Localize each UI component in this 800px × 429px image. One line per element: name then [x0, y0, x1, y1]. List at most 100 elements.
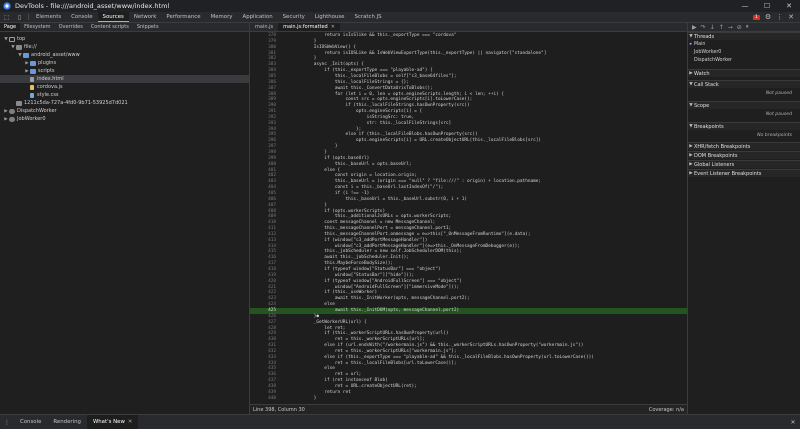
- code-line[interactable]: 418 if (typeof window["StatusBar"] === "…: [250, 267, 687, 273]
- line-number[interactable]: 418: [250, 267, 282, 273]
- nav-tab-content-scripts[interactable]: Content scripts: [87, 23, 133, 31]
- code-line[interactable]: 440 }: [250, 396, 687, 402]
- tab-security[interactable]: Security: [278, 12, 310, 22]
- pause-on-exceptions-icon[interactable]: ⏸: [746, 23, 749, 31]
- line-number[interactable]: 395: [250, 132, 282, 138]
- line-number[interactable]: 385: [250, 74, 282, 80]
- nav-tab-filesystem[interactable]: Filesystem: [20, 23, 54, 31]
- line-number[interactable]: 388: [250, 92, 282, 98]
- close-devtools-icon[interactable]: ✕: [788, 13, 794, 21]
- close-tab-icon[interactable]: ✕: [128, 419, 133, 425]
- dom-breakpoints-header[interactable]: ▶ DOM Breakpoints: [688, 151, 800, 159]
- line-number[interactable]: 402: [250, 173, 282, 179]
- line-number[interactable]: 379: [250, 39, 282, 45]
- line-number[interactable]: 429: [250, 331, 282, 337]
- tab-console[interactable]: Console: [66, 12, 97, 22]
- tab-application[interactable]: Application: [238, 12, 278, 22]
- device-toolbar-button[interactable]: ▯: [13, 12, 26, 22]
- drawer-menu-button[interactable]: ⋮: [0, 415, 14, 429]
- deactivate-breakpoints-icon[interactable]: ⊘: [737, 24, 742, 31]
- tab-performance[interactable]: Performance: [161, 12, 205, 22]
- code-line[interactable]: 439 return ret: [250, 390, 687, 396]
- global-listeners-header[interactable]: ▶ Global Listeners: [688, 160, 800, 168]
- code-line[interactable]: 392 isStringSrc: true,: [250, 115, 687, 121]
- line-number[interactable]: 421: [250, 285, 282, 291]
- code-line[interactable]: 399 if (opts.baseUrl): [250, 156, 687, 162]
- line-number[interactable]: 382: [250, 56, 282, 62]
- line-number[interactable]: 398: [250, 150, 282, 156]
- line-number[interactable]: 384: [250, 68, 282, 74]
- line-number[interactable]: 437: [250, 378, 282, 384]
- minimize-button[interactable]: —: [734, 0, 756, 12]
- line-number[interactable]: 425: [250, 308, 282, 314]
- line-number[interactable]: 380: [250, 45, 282, 51]
- code-line[interactable]: 378 return isIsSlike && this._exportType…: [250, 33, 687, 39]
- line-number[interactable]: 389: [250, 97, 282, 103]
- code-line[interactable]: 384 if (this._exportType === "playable-a…: [250, 68, 687, 74]
- code-line[interactable]: 404 const i = this._baseUrl.lastIndexOf(…: [250, 185, 687, 191]
- tree-item[interactable]: cordova.js: [0, 83, 249, 91]
- line-number[interactable]: 392: [250, 115, 282, 121]
- tab-scratch-js[interactable]: Scratch JS: [349, 12, 386, 22]
- line-number[interactable]: 420: [250, 279, 282, 285]
- editor-tab-main-js[interactable]: main.js: [250, 23, 278, 31]
- line-number[interactable]: 423: [250, 296, 282, 302]
- line-number[interactable]: 440: [250, 396, 282, 402]
- line-number[interactable]: 433: [250, 355, 282, 361]
- line-number[interactable]: 397: [250, 144, 282, 150]
- tree-item[interactable]: ▶ scripts: [0, 67, 249, 75]
- line-number[interactable]: 427: [250, 320, 282, 326]
- thread-item-main[interactable]: ▸ Main: [688, 41, 800, 48]
- line-number[interactable]: 409: [250, 214, 282, 220]
- maximize-button[interactable]: ☐: [756, 0, 778, 12]
- tree-item[interactable]: ▶ JobWorker0: [0, 115, 249, 123]
- code-area[interactable]: 378 return isIsSlike && this._exportType…: [250, 32, 687, 404]
- code-line[interactable]: 419 window["StatusBar"]["hide"]();: [250, 273, 687, 279]
- code-line[interactable]: 386 this._localFileStrings = {};: [250, 80, 687, 86]
- thread-item-dispatchworker[interactable]: DispatchWorker: [688, 57, 800, 64]
- line-number[interactable]: 432: [250, 349, 282, 355]
- drawer-tab-rendering[interactable]: Rendering: [47, 415, 87, 429]
- line-number[interactable]: 431: [250, 343, 282, 349]
- tree-item[interactable]: ▶ DispatchWorker: [0, 107, 249, 115]
- line-number[interactable]: 430: [250, 337, 282, 343]
- line-number[interactable]: 417: [250, 261, 282, 267]
- step-over-icon[interactable]: ↷: [701, 24, 706, 31]
- code-line[interactable]: 438 ret = URL.createObjectURL(ret);: [250, 384, 687, 390]
- watch-pane-header[interactable]: ▶ Watch: [688, 69, 800, 77]
- step-out-icon[interactable]: ↑: [719, 24, 724, 31]
- gear-icon[interactable]: ⚙: [765, 13, 771, 21]
- code-line[interactable]: 412 this._messageChannelPort.onmessage =…: [250, 232, 687, 238]
- line-number[interactable]: 381: [250, 51, 282, 57]
- line-number[interactable]: 386: [250, 80, 282, 86]
- callstack-pane-header[interactable]: ▼ Call Stack: [688, 80, 800, 88]
- code-line[interactable]: 391 opts.engineScripts[i] = {: [250, 109, 687, 115]
- tree-item[interactable]: ▼ top: [0, 35, 249, 43]
- line-number[interactable]: 394: [250, 127, 282, 133]
- step-into-icon[interactable]: ↓: [710, 24, 715, 31]
- code-line[interactable]: 400 this._baseUrl = opts.baseUrl;: [250, 162, 687, 168]
- line-number[interactable]: 400: [250, 162, 282, 168]
- event-listener-breakpoints-header[interactable]: ▶ Event Listener Breakpoints: [688, 169, 800, 177]
- nav-tab-snippets[interactable]: Snippets: [133, 23, 163, 31]
- line-number[interactable]: 396: [250, 138, 282, 144]
- threads-pane-header[interactable]: ▼ Threads: [688, 32, 800, 40]
- code-line[interactable]: 432 ret = this._workerScriptURLs["worker…: [250, 349, 687, 355]
- code-line[interactable]: 413 if (window["c3_addPortMessageHandler…: [250, 238, 687, 244]
- line-number[interactable]: 426: [250, 314, 282, 320]
- code-line[interactable]: 407 }: [250, 203, 687, 209]
- line-number[interactable]: 411: [250, 226, 282, 232]
- line-number[interactable]: 403: [250, 179, 282, 185]
- code-line[interactable]: 398 }: [250, 150, 687, 156]
- line-number[interactable]: 434: [250, 361, 282, 367]
- tree-item[interactable]: ▼ file://: [0, 43, 249, 51]
- tree-item[interactable]: style.css: [0, 91, 249, 99]
- code-line[interactable]: 431 else if (url.endsWith("/workermain.j…: [250, 343, 687, 349]
- line-number[interactable]: 390: [250, 103, 282, 109]
- line-number[interactable]: 413: [250, 238, 282, 244]
- line-number[interactable]: 424: [250, 302, 282, 308]
- line-number[interactable]: 422: [250, 290, 282, 296]
- error-count-badge[interactable]: 1: [752, 14, 760, 20]
- line-number[interactable]: 435: [250, 366, 282, 372]
- tree-item[interactable]: 1211c5da-727a-4fd0-9b71-53925d7d021: [0, 99, 249, 107]
